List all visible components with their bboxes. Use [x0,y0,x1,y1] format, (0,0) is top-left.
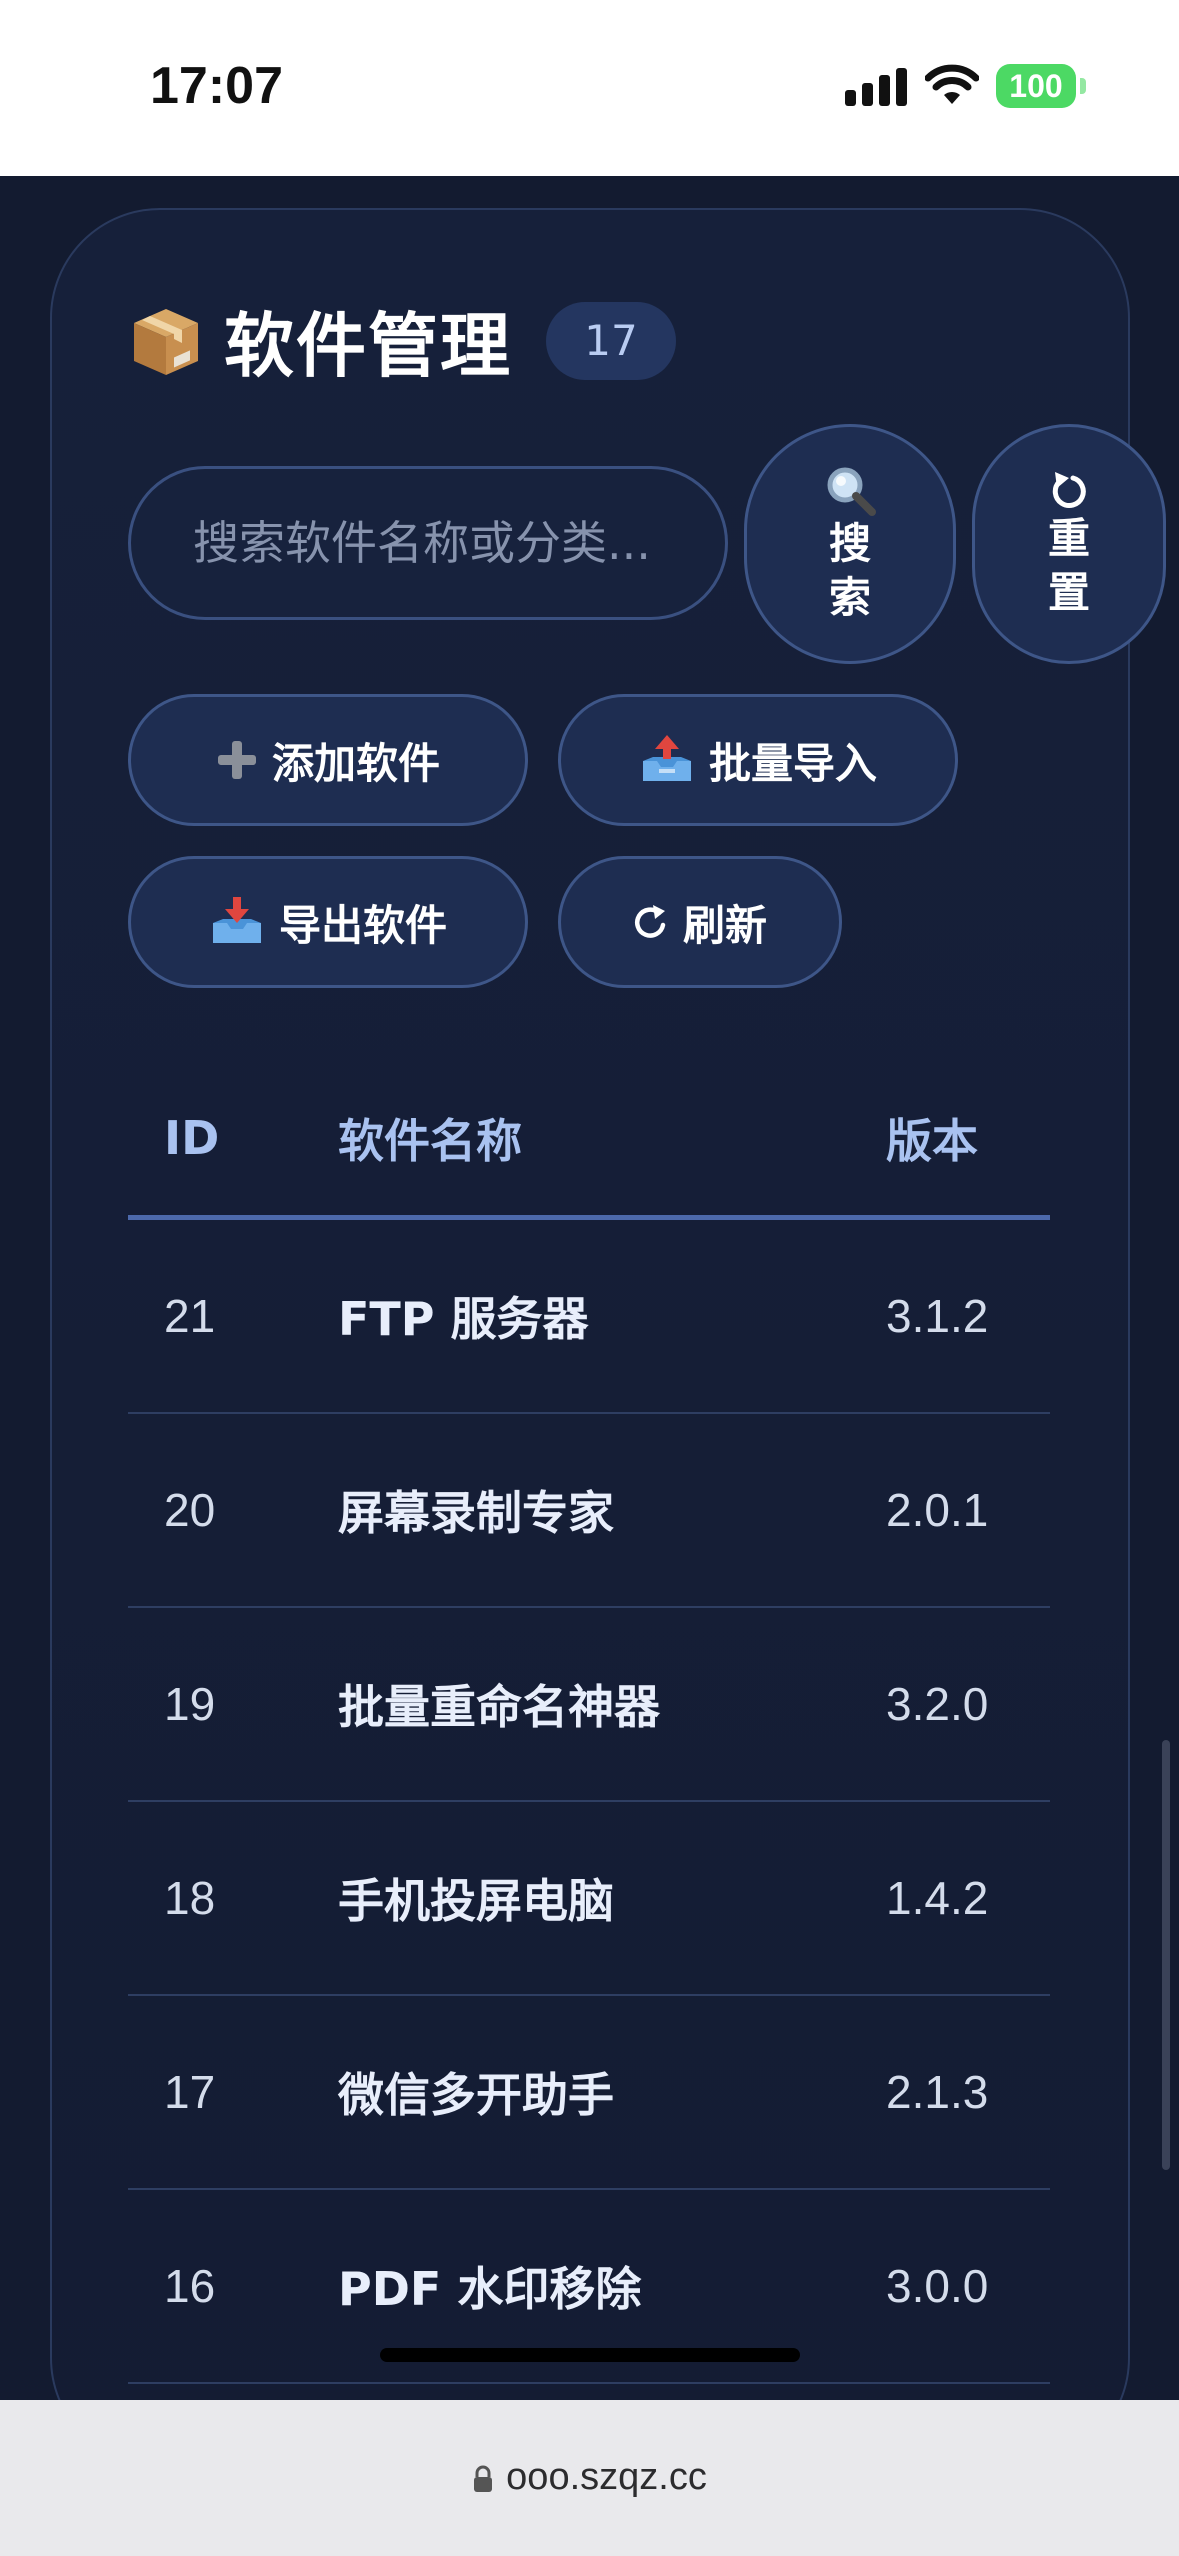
cell-id: 20 [164,1484,216,1536]
search-button[interactable]: 搜索 [744,424,956,664]
cell-version: 2.0.1 [886,1484,989,1536]
cell-name: 批量重命名神器 [338,1680,660,1734]
table-header: ID 软件名称 版本 [128,1060,1050,1220]
page-title: 软件管理 [224,305,512,387]
table-row[interactable]: 21 FTP 服务器 3.1.2 [128,1220,1050,1414]
cell-name: 屏幕录制专家 [338,1486,614,1540]
cell-version: 1.4.2 [886,1872,989,1924]
table-row[interactable]: 20 屏幕录制专家 2.0.1 [128,1414,1050,1608]
battery-tip [1080,78,1086,94]
home-indicator[interactable] [380,2348,800,2362]
column-header-version[interactable]: 版本 [886,1105,1050,1171]
add-software-label: 添加软件 [271,738,440,788]
search-button-label: 搜索 [828,519,871,622]
table-row[interactable]: 18 手机投屏电脑 1.4.2 [128,1802,1050,1996]
battery-indicator: 100 [996,64,1076,108]
cell-name: FTP 服务器 [338,1292,589,1346]
inbox-download-icon [209,897,265,947]
refresh-icon [633,903,669,941]
magnifier-icon [827,467,876,516]
browser-url-bar[interactable]: ooo.szqz.cc [0,2400,1179,2556]
cell-version: 3.1.2 [886,1290,989,1342]
export-software-button[interactable]: 导出软件 [128,856,528,988]
cell-version: 3.2.0 [886,1678,989,1730]
reset-button-label: 重置 [1047,514,1090,617]
status-bar: 17:07 100 [0,0,1179,176]
signal-icon [845,68,907,106]
software-table: ID 软件名称 版本 21 FTP 服务器 3.1.2 20 屏幕录制专家 2.… [128,1060,1050,2384]
column-header-id[interactable]: ID [128,1111,338,1165]
url-text: ooo.szqz.cc [506,2456,707,2498]
batch-import-button[interactable]: 批量导入 [558,694,958,826]
lock-icon [474,2465,493,2492]
table-row[interactable]: 17 微信多开助手 2.1.3 [128,1996,1050,2190]
refresh-button[interactable]: 刷新 [558,856,842,988]
page-header: 软件管理 17 [128,290,676,391]
add-software-button[interactable]: 添加软件 [128,694,528,826]
cell-id: 19 [164,1678,216,1730]
wifi-icon [925,64,979,104]
inbox-upload-icon [639,735,695,785]
cell-id: 18 [164,1872,216,1924]
plus-icon [216,739,258,781]
count-badge: 17 [546,301,676,380]
cell-name: 微信多开助手 [338,2068,614,2122]
cell-id: 17 [164,2066,216,2118]
cell-version: 2.1.3 [886,2066,989,2118]
cell-name: PDF 水印移除 [338,2262,642,2316]
refresh-label: 刷新 [682,900,767,950]
cell-id: 16 [164,2260,216,2312]
cell-version: 3.0.0 [886,2260,989,2312]
cell-name: 手机投屏电脑 [338,1874,614,1928]
page-scrollbar[interactable] [1162,1740,1170,2170]
column-header-name[interactable]: 软件名称 [338,1105,886,1171]
package-icon [134,308,198,375]
status-time: 17:07 [150,57,283,115]
reset-button[interactable]: 重置 [972,424,1166,664]
table-row[interactable]: 19 批量重命名神器 3.2.0 [128,1608,1050,1802]
cell-id: 21 [164,1290,216,1342]
batch-import-label: 批量导入 [708,738,877,788]
export-software-label: 导出软件 [278,900,447,950]
url-display[interactable]: ooo.szqz.cc [0,2456,1179,2499]
search-input[interactable] [128,466,728,620]
reset-icon [1052,472,1086,508]
